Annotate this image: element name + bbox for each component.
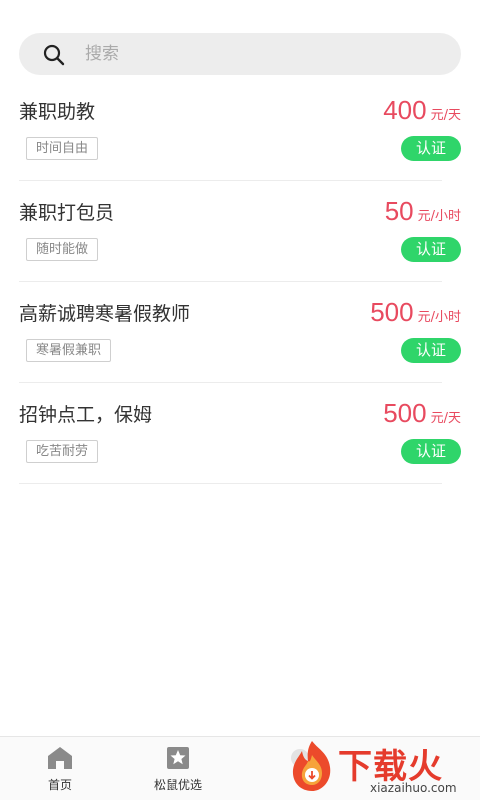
- job-price: 50 元/小时: [385, 196, 461, 227]
- job-tag: 时间自由: [26, 137, 99, 160]
- search-input[interactable]: [85, 33, 445, 75]
- price-amount: 500: [383, 398, 427, 428]
- search-icon: [43, 44, 65, 66]
- job-list-item[interactable]: 高薪诚聘寒暑假教师 寒暑假兼职 500 元/小时 认证: [19, 282, 461, 383]
- job-price: 500 元/小时: [370, 297, 461, 328]
- job-tag: 吃苦耐劳: [26, 440, 99, 463]
- price-unit: 元/天: [430, 411, 461, 426]
- job-tag: 寒暑假兼职: [26, 339, 112, 362]
- price-unit: 元/天: [430, 108, 461, 123]
- job-title: 兼职助教: [19, 101, 96, 123]
- job-title: 兼职打包员: [19, 202, 115, 224]
- tab-featured-label: 松鼠优选: [153, 778, 202, 792]
- price-amount: 500: [370, 297, 414, 327]
- watermark-url: xiazaihuo.com: [370, 781, 457, 795]
- job-list: 兼职助教 时间自由 400 元/天 认证 兼职打包员 随时能做 50 元/小时 认证…: [19, 80, 461, 484]
- job-list-item[interactable]: 招钟点工，保姆 吃苦耐劳 500 元/天 认证: [19, 383, 461, 484]
- job-list-item[interactable]: 兼职助教 时间自由 400 元/天 认证: [19, 80, 461, 181]
- tab-home[interactable]: 首页: [0, 737, 120, 800]
- price-amount: 400: [383, 95, 427, 125]
- home-icon: [48, 747, 72, 769]
- verified-badge: 认证: [401, 439, 461, 464]
- price-amount: 50: [384, 196, 414, 226]
- search-bar[interactable]: [19, 33, 461, 75]
- job-price: 400 元/天: [383, 95, 461, 126]
- verified-badge: 认证: [401, 338, 461, 363]
- price-unit: 元/小时: [417, 209, 461, 224]
- tab-home-label: 首页: [47, 778, 72, 792]
- job-title: 高薪诚聘寒暑假教师: [19, 303, 191, 325]
- flame-logo-icon: [292, 741, 331, 791]
- tab-featured[interactable]: 松鼠优选: [118, 737, 238, 800]
- job-tag: 随时能做: [26, 238, 99, 261]
- watermark: 下载火 xiazaihuo.com: [284, 737, 480, 800]
- verified-badge: 认证: [401, 136, 461, 161]
- job-title: 招钟点工，保姆: [19, 404, 153, 426]
- star-bookmark-icon: [167, 747, 189, 769]
- job-price: 500 元/天: [383, 398, 461, 429]
- verified-badge: 认证: [401, 237, 461, 262]
- job-list-item[interactable]: 兼职打包员 随时能做 50 元/小时 认证: [19, 181, 461, 282]
- price-unit: 元/小时: [417, 310, 461, 325]
